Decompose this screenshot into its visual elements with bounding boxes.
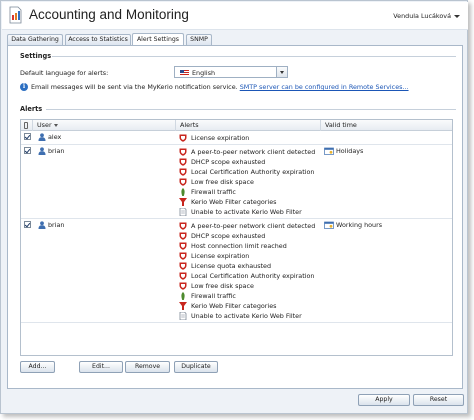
- chevron-down-icon: [454, 14, 460, 18]
- sort-arrow-icon: [53, 123, 58, 127]
- add-button[interactable]: Add...: [20, 361, 55, 373]
- alert-text: Kerio Web Filter categories: [191, 302, 277, 310]
- page-title: Accounting and Monitoring: [29, 7, 189, 22]
- alert-text: License quota exhausted: [191, 262, 272, 270]
- shield-alert-icon: [179, 148, 187, 156]
- document-icon: [179, 207, 187, 217]
- shield-alert-icon: [179, 282, 187, 290]
- filter-icon: [179, 302, 187, 310]
- settings-group-title: Settings: [20, 52, 52, 60]
- enabled-checkbox[interactable]: [24, 221, 31, 228]
- col-user-label: User: [37, 121, 52, 129]
- col-valid-time-label: Valid time: [325, 121, 357, 129]
- language-label: Default language for alerts:: [20, 69, 109, 77]
- language-select[interactable]: English: [174, 66, 288, 78]
- col-alerts[interactable]: Alerts: [176, 120, 321, 131]
- user-name-cell: brian: [48, 221, 65, 229]
- user-icon: [38, 133, 46, 141]
- valid-time-cell: Holidays: [336, 147, 364, 155]
- shield-alert-icon: [179, 158, 187, 166]
- tab-alert-settings[interactable]: Alert Settings: [132, 33, 184, 45]
- alert-text: Low free disk space: [191, 282, 254, 290]
- valid-time-cell: Working hours: [336, 221, 383, 229]
- user-icon: [38, 147, 46, 155]
- alert-text: Local Certification Authority expiration: [191, 272, 315, 280]
- shield-alert-icon: [179, 168, 187, 176]
- user-name-cell: brian: [48, 147, 65, 155]
- alert-text: Kerio Web Filter categories: [191, 198, 277, 206]
- app-window: Accounting and Monitoring Vendula Lucáko…: [0, 0, 468, 414]
- info-icon: i: [20, 83, 28, 91]
- shield-alert-icon: [179, 252, 187, 260]
- settings-divider: [52, 56, 456, 57]
- enabled-column-icon: [24, 122, 28, 129]
- app-header: Accounting and Monitoring Vendula Lucáko…: [2, 2, 468, 30]
- shield-alert-icon: [179, 232, 187, 240]
- user-name: Vendula Lucáková: [393, 12, 451, 20]
- alert-text: A peer-to-peer network client detected: [191, 148, 316, 156]
- alert-settings-panel: Settings Default language for alerts: En…: [7, 45, 463, 389]
- us-flag-icon: [180, 70, 189, 76]
- user-icon: [38, 221, 46, 229]
- enabled-checkbox[interactable]: [24, 133, 31, 140]
- alert-text: License expiration: [191, 252, 250, 260]
- table-row[interactable]: brian A peer-to-peer network client detec…: [21, 145, 452, 219]
- alerts-table: User Alerts Valid time alex License expir…: [20, 119, 453, 356]
- col-user[interactable]: User: [33, 120, 176, 131]
- alert-text: License expiration: [191, 134, 250, 142]
- alert-text: Unable to activate Kerio Web Filter: [191, 312, 302, 320]
- tab-snmp[interactable]: SNMP: [186, 34, 212, 45]
- alert-text: Host connection limit reached: [191, 242, 287, 250]
- edit-button[interactable]: Edit...: [79, 361, 123, 373]
- shield-alert-icon: [179, 262, 187, 270]
- shield-alert-icon: [179, 134, 187, 142]
- shield-alert-icon: [179, 272, 187, 280]
- tab-access-to-statistics[interactable]: Access to Statistics: [65, 34, 131, 45]
- alert-text: Local Certification Authority expiration: [191, 168, 315, 176]
- app-logo-icon: [9, 6, 22, 24]
- col-enabled[interactable]: [21, 120, 33, 131]
- alert-text: DHCP scope exhausted: [191, 232, 266, 240]
- calendar-icon: [324, 221, 334, 229]
- alert-text: Firewall traffic: [191, 292, 236, 300]
- col-alerts-label: Alerts: [180, 121, 199, 129]
- table-header: User Alerts Valid time: [21, 120, 452, 131]
- info-message: Email messages will be sent via the MyKe…: [31, 83, 409, 91]
- alert-text: Unable to activate Kerio Web Filter: [191, 208, 302, 216]
- tab-data-gathering[interactable]: Data Gathering: [7, 34, 63, 45]
- info-text: Email messages will be sent via the MyKe…: [31, 83, 238, 91]
- col-valid-time[interactable]: Valid time: [321, 120, 452, 131]
- user-menu[interactable]: Vendula Lucáková: [393, 12, 460, 20]
- firewall-icon: [179, 292, 187, 300]
- smtp-settings-link[interactable]: SMTP server can be configured in Remote …: [240, 83, 409, 91]
- filter-icon: [179, 198, 187, 206]
- firewall-icon: [179, 188, 187, 196]
- alert-text: Low free disk space: [191, 178, 254, 186]
- table-row[interactable]: brian A peer-to-peer network client detec…: [21, 219, 452, 323]
- alerts-group-title: Alerts: [20, 105, 43, 113]
- user-name-cell: alex: [48, 133, 62, 141]
- shield-alert-icon: [179, 242, 187, 250]
- shield-alert-icon: [179, 178, 187, 186]
- alert-text: DHCP scope exhausted: [191, 158, 266, 166]
- calendar-icon: [324, 147, 334, 155]
- apply-button[interactable]: Apply: [358, 394, 410, 406]
- alert-text: A peer-to-peer network client detected: [191, 222, 316, 230]
- table-row[interactable]: alex License expiration: [21, 131, 452, 145]
- reset-button[interactable]: Reset: [413, 394, 464, 406]
- duplicate-button[interactable]: Duplicate: [174, 361, 218, 373]
- chevron-down-icon[interactable]: [276, 67, 287, 77]
- alerts-divider: [46, 109, 456, 110]
- enabled-checkbox[interactable]: [24, 147, 31, 154]
- remove-button[interactable]: Remove: [125, 361, 170, 373]
- language-value: English: [192, 69, 216, 77]
- shield-alert-icon: [179, 222, 187, 230]
- document-icon: [179, 311, 187, 321]
- alert-text: Firewall traffic: [191, 188, 236, 196]
